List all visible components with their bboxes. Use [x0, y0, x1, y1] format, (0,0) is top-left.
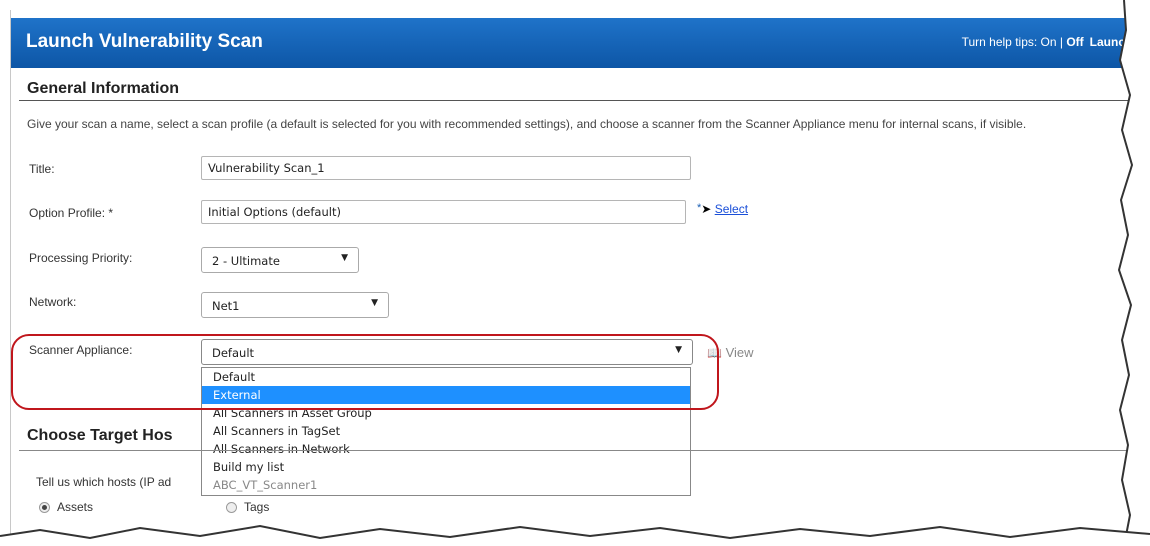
dropdown-option-build-list[interactable]: Build my list [202, 458, 690, 476]
tags-radio[interactable]: Tags [226, 500, 269, 514]
assets-radio-label: Assets [57, 500, 94, 514]
option-profile-select: *➤ Select [697, 202, 748, 216]
title-input[interactable]: Vulnerability Scan_1 [201, 156, 691, 180]
dropdown-option-tagset[interactable]: All Scanners in TagSet [202, 422, 690, 440]
dialog-header: Launch Vulnerability Scan Turn help tips… [11, 18, 1150, 68]
chevron-down-icon: ▼ [371, 298, 378, 308]
dropdown-option-network[interactable]: All Scanners in Network [202, 440, 690, 458]
general-information-heading: General Information [27, 80, 180, 97]
cursor-icon: ➤ [701, 202, 712, 216]
choose-target-heading: Choose Target Hos [27, 427, 173, 444]
section-divider [19, 450, 1150, 451]
torn-edge-bottom [0, 524, 1150, 546]
view-label: View [725, 345, 754, 360]
general-description: Give your scan a name, select a scan pro… [27, 117, 1027, 131]
network-select[interactable]: Net1 ▼ [201, 292, 389, 318]
select-link[interactable]: Select [715, 202, 748, 216]
help-tips-off-link[interactable]: Off [1066, 35, 1083, 49]
tell-hosts-text: Tell us which hosts (IP ad [36, 475, 172, 489]
network-label: Network: [29, 295, 77, 309]
help-tips-label: Turn help tips: On | [961, 35, 1067, 49]
radio-selected-icon [39, 501, 50, 513]
title-label: Title: [29, 162, 55, 176]
scan-dialog: Launch Vulnerability Scan Turn help tips… [10, 10, 1150, 546]
tags-radio-label: Tags [244, 500, 270, 514]
priority-select[interactable]: 2 - Ultimate ▼ [201, 247, 359, 273]
option-profile-input[interactable]: Initial Options (default) [201, 200, 686, 224]
chevron-down-icon: ▼ [341, 253, 348, 263]
dropdown-option-scanner1[interactable]: ABC_VT_Scanner1 [202, 476, 690, 494]
dialog-title: Launch Vulnerability Scan [26, 31, 263, 52]
section-divider [19, 100, 1150, 101]
highlight-annotation [11, 334, 719, 410]
assets-radio[interactable]: Assets [39, 500, 93, 514]
torn-edge-right [1117, 0, 1150, 546]
network-select-value: Net1 [212, 299, 240, 313]
radio-unselected-icon [226, 501, 237, 513]
priority-select-value: 2 - Ultimate [212, 254, 280, 268]
option-profile-label: Option Profile: * [29, 206, 114, 220]
priority-label: Processing Priority: [29, 251, 133, 265]
